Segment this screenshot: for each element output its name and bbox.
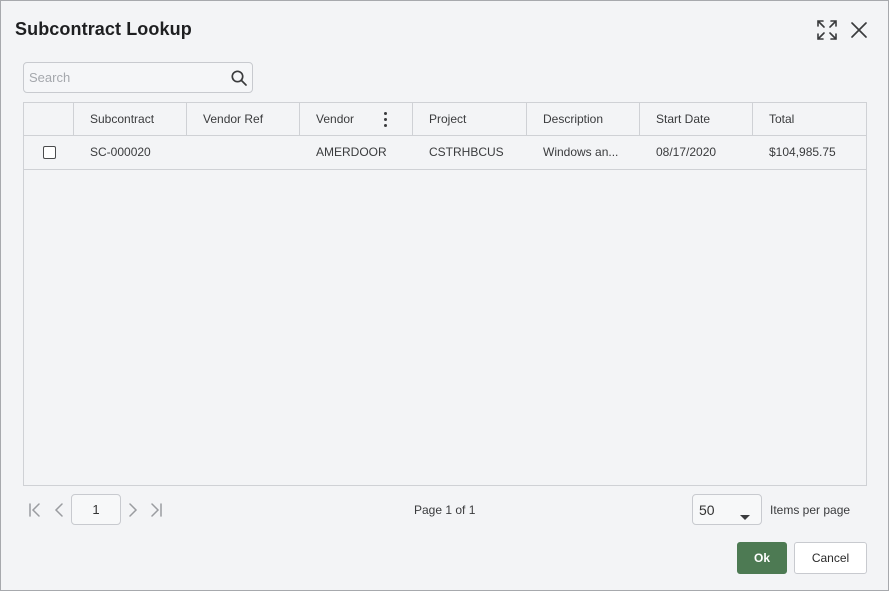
column-header-vendor[interactable]: Vendor bbox=[300, 103, 413, 135]
cell-vendor-ref bbox=[187, 136, 300, 169]
column-header-description[interactable]: Description bbox=[527, 103, 640, 135]
cell-description: Windows an... bbox=[543, 145, 619, 159]
dialog-title: Subcontract Lookup bbox=[15, 19, 192, 39]
expand-icon[interactable] bbox=[814, 17, 840, 43]
last-page-icon[interactable] bbox=[147, 501, 165, 519]
items-per-page-value: 50 bbox=[699, 502, 715, 518]
cancel-button[interactable]: Cancel bbox=[794, 542, 867, 574]
previous-page-icon[interactable] bbox=[50, 501, 68, 519]
subcontract-lookup-dialog: Subcontract Lookup Subcontract Vendor Re… bbox=[0, 0, 889, 591]
column-header-start-date[interactable]: Start Date bbox=[640, 103, 753, 135]
cell-vendor: AMERDOOR bbox=[316, 145, 387, 159]
results-grid: Subcontract Vendor Ref Vendor Project De… bbox=[23, 102, 867, 486]
select-column-header bbox=[24, 103, 74, 135]
page-number-input[interactable] bbox=[71, 494, 121, 525]
column-header-subcontract[interactable]: Subcontract bbox=[74, 103, 187, 135]
row-select-checkbox[interactable] bbox=[43, 146, 56, 159]
cell-total: $104,985.75 bbox=[769, 145, 836, 159]
cell-project: CSTRHBCUS bbox=[429, 145, 504, 159]
items-per-page-label: Items per page bbox=[770, 503, 851, 517]
items-per-page-select[interactable]: 50 bbox=[692, 494, 762, 525]
grid-header: Subcontract Vendor Ref Vendor Project De… bbox=[24, 103, 866, 136]
page-info: Page 1 of 1 bbox=[414, 503, 476, 517]
search-box bbox=[23, 62, 253, 93]
column-header-vendor-label: Vendor bbox=[316, 112, 355, 126]
cell-subcontract: SC-000020 bbox=[90, 145, 151, 159]
column-menu-icon[interactable] bbox=[384, 112, 388, 127]
table-row[interactable]: SC-000020 AMERDOOR CSTRHBCUS Windows an.… bbox=[24, 136, 866, 170]
ok-button[interactable]: Ok bbox=[737, 542, 787, 574]
column-header-project[interactable]: Project bbox=[413, 103, 527, 135]
first-page-icon[interactable] bbox=[26, 501, 44, 519]
next-page-icon[interactable] bbox=[124, 501, 142, 519]
search-input[interactable] bbox=[24, 63, 224, 92]
close-icon[interactable] bbox=[846, 17, 872, 43]
column-header-vendor-ref[interactable]: Vendor Ref bbox=[187, 103, 300, 135]
column-header-total[interactable]: Total bbox=[753, 103, 866, 135]
search-icon[interactable] bbox=[230, 69, 248, 92]
cell-start-date: 08/17/2020 bbox=[656, 145, 717, 159]
chevron-down-icon bbox=[740, 508, 750, 526]
